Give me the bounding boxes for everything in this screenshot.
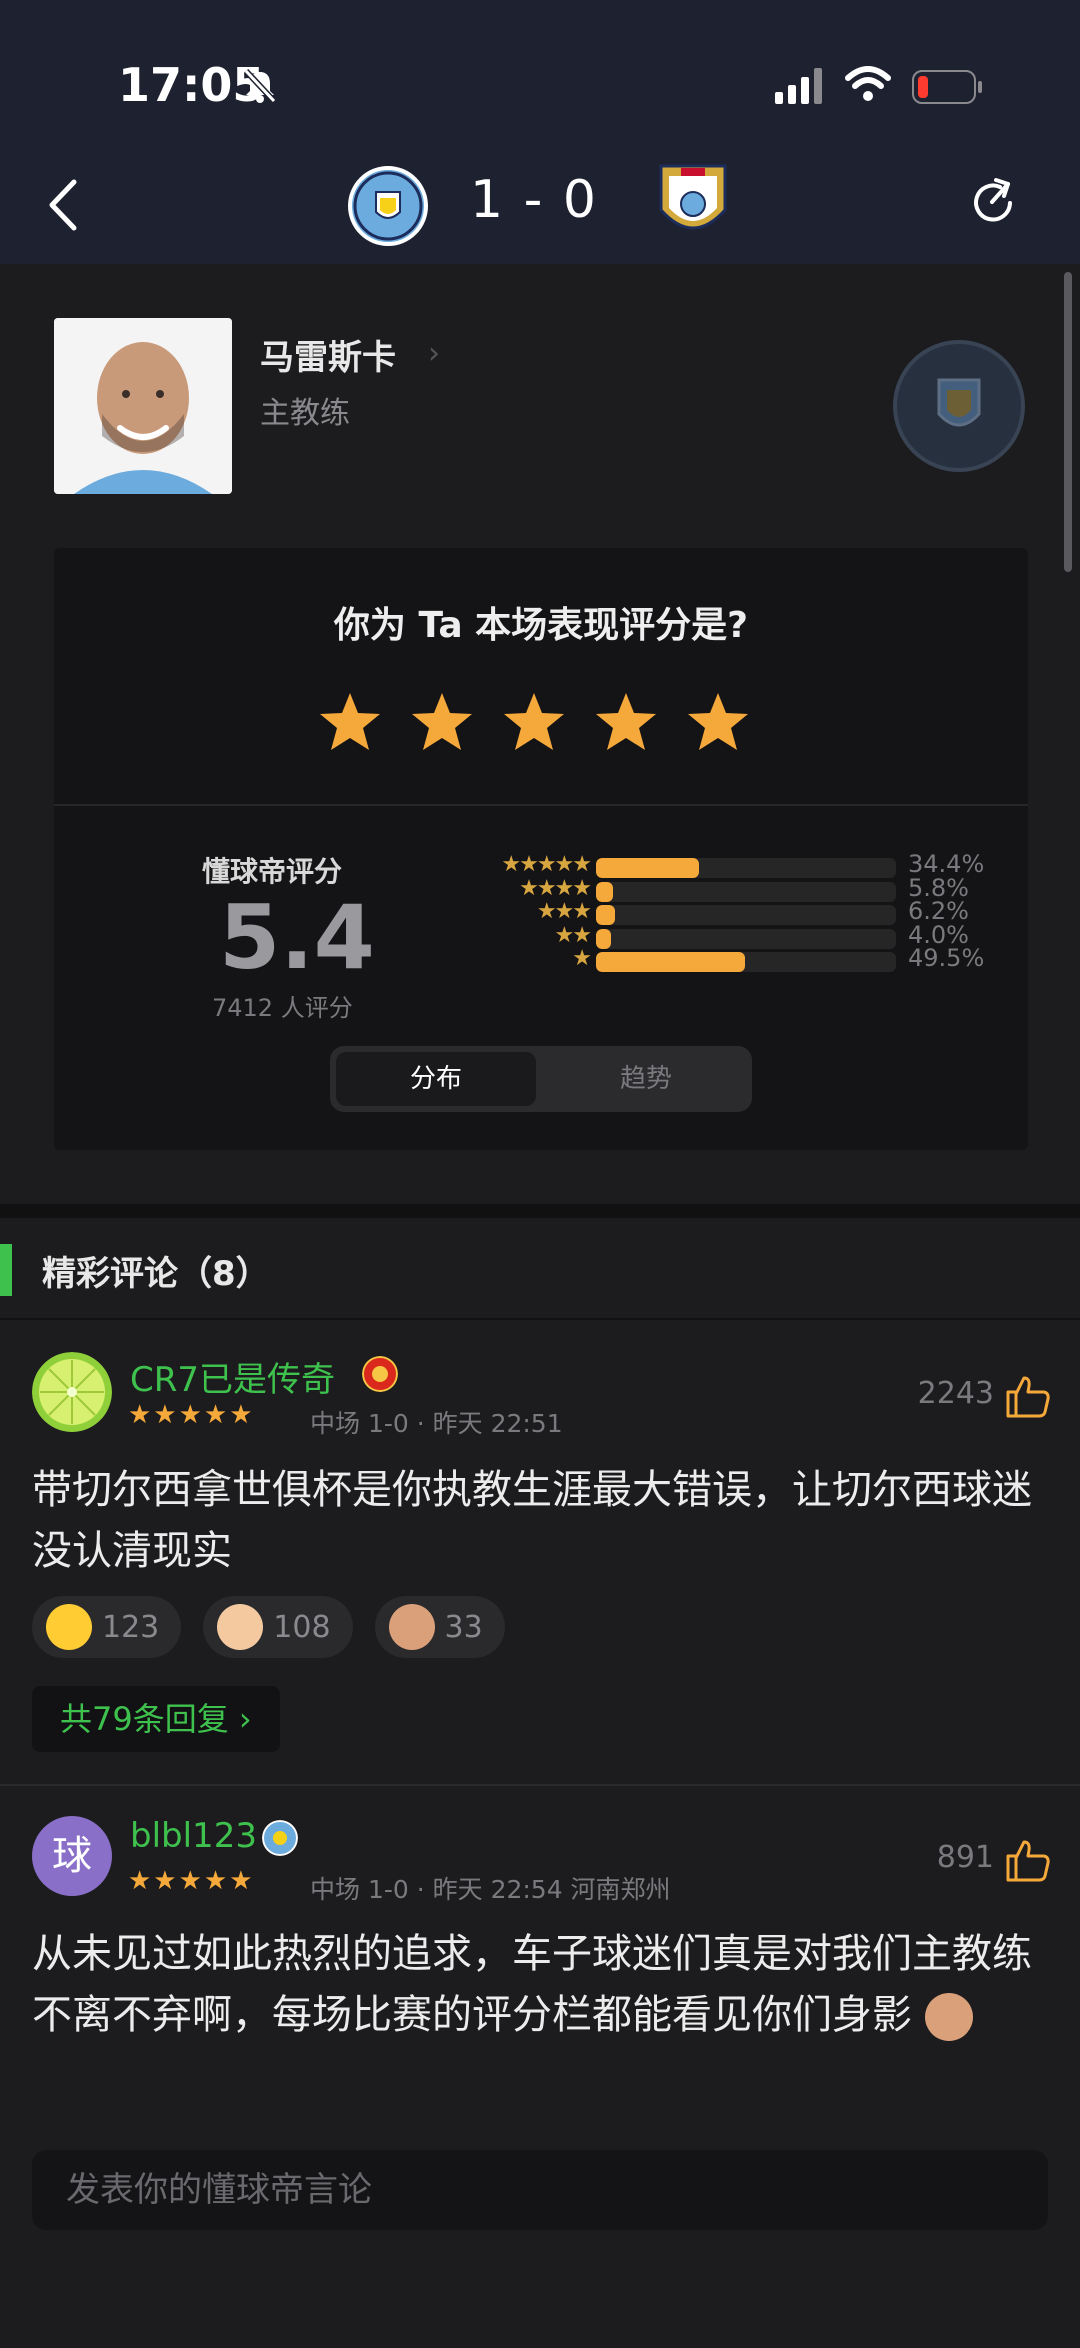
face-sticker-icon — [924, 1993, 973, 2041]
rating-score: 5.4 — [219, 886, 375, 989]
coventry-city-crest-icon — [659, 164, 727, 230]
comment-input[interactable] — [32, 2150, 1048, 2230]
distribution-percent: 49.5% — [908, 944, 985, 972]
reaction-count: 108 — [273, 1609, 331, 1645]
team-badge-watermark — [893, 340, 1025, 472]
reaction-sticker[interactable]: 33 — [374, 1596, 505, 1658]
reaction-count: 123 — [102, 1609, 160, 1645]
comment-username[interactable]: CR7已是传奇 — [130, 1352, 335, 1401]
thumbs-up-icon[interactable] — [1004, 1372, 1052, 1420]
bell-muted-icon — [243, 68, 277, 104]
star-rate-4[interactable] — [594, 690, 658, 754]
coach-avatar[interactable] — [54, 318, 232, 494]
distribution-row-1-star: ★ 49.5% — [414, 944, 1034, 974]
tab-distribution[interactable]: 分布 — [336, 1052, 536, 1106]
section-separator — [0, 1204, 1080, 1218]
thumbs-up-icon[interactable] — [1004, 1836, 1052, 1884]
accent-bar — [0, 1244, 12, 1296]
cellular-signal-icon — [775, 68, 822, 104]
distribution-bar — [596, 952, 896, 972]
share-icon[interactable] — [966, 176, 1020, 230]
lime-avatar[interactable] — [32, 1352, 112, 1432]
battery-low-icon — [912, 70, 982, 104]
home-team-crest[interactable] — [348, 166, 428, 246]
back-arrow-icon[interactable] — [40, 170, 90, 240]
away-team-crest[interactable] — [655, 160, 731, 246]
comment-input-bar — [32, 2150, 1048, 2230]
star-rate-5[interactable] — [686, 690, 750, 754]
rating-question: 你为 Ta 本场表现评分是? — [333, 605, 749, 646]
user-avatar[interactable]: 球 — [32, 1816, 112, 1896]
match-score: 1 - 0 — [470, 170, 598, 230]
reaction-count: 33 — [444, 1609, 483, 1645]
rating-card: 你为 Ta 本场表现评分是? 懂球帝评分 5.4 7412 人评分 ★★★★★ 3… — [54, 548, 1028, 1150]
wifi-icon — [845, 66, 891, 101]
comment-rating-stars: ★★★★★ — [128, 1400, 255, 1430]
rating-stars — [318, 690, 750, 754]
match-header: 17:05 1 - 0 — [0, 0, 1080, 264]
reaction-list: 123 108 33 — [32, 1596, 505, 1658]
rating-label: 懂球帝评分 — [202, 855, 343, 888]
chevron-right-icon[interactable]: › — [428, 336, 440, 371]
tab-trend[interactable]: 趋势 — [546, 1052, 746, 1106]
rating-count: 7412 人评分 — [212, 994, 353, 1022]
manchester-united-badge-icon — [362, 1356, 398, 1392]
star-rate-2[interactable] — [410, 690, 474, 754]
star-rate-3[interactable] — [502, 690, 566, 754]
comment-username[interactable]: blbl123 — [130, 1816, 257, 1856]
comment-rating-stars: ★★★★★ — [128, 1866, 255, 1896]
view-replies-button[interactable]: 共79条回复 › — [32, 1686, 280, 1752]
comment-item: CR7已是传奇 ★★★★★ 中场 1-0 · 昨天 22:51 2243 带切尔… — [0, 1320, 1080, 1784]
comment-text-body: 从未见过如此热烈的追求，车子球迷们真是对我们主教练不离不弃啊，每场比赛的评分栏都… — [32, 1931, 1032, 2038]
coach-role: 主教练 — [260, 396, 350, 431]
manchester-city-crest-icon — [353, 171, 423, 241]
reaction-laugh[interactable]: 123 — [32, 1596, 182, 1658]
divider — [54, 804, 1028, 806]
comment-item: 球 blbl123 ★★★★★ 中场 1-0 · 昨天 22:54 河南郑州 8… — [0, 1786, 1080, 2136]
comments-header: 精彩评论（8） — [0, 1218, 1080, 1320]
scrollbar[interactable] — [1064, 272, 1072, 572]
comment-meta: 中场 1-0 · 昨天 22:54 河南郑州 — [310, 1875, 671, 1904]
manchester-city-crest-icon — [937, 378, 981, 427]
coach-photo — [54, 318, 232, 494]
like-count: 891 — [936, 1840, 994, 1875]
coach-name[interactable]: 马雷斯卡 — [260, 330, 396, 379]
distribution-stars: ★ — [572, 946, 592, 971]
distribution-bar-fill — [596, 952, 745, 972]
manchester-city-badge-icon — [262, 1820, 298, 1856]
star-rate-1[interactable] — [318, 690, 382, 754]
rating-view-switch: 分布 趋势 — [330, 1046, 752, 1112]
comments-title: 精彩评论（8） — [42, 1254, 270, 1294]
reaction-thumbs-up[interactable]: 108 — [203, 1596, 353, 1658]
laugh-cry-emoji-icon — [46, 1604, 92, 1650]
like-count: 2243 — [917, 1376, 994, 1411]
thumbs-up-emoji-icon — [217, 1604, 264, 1650]
comment-meta: 中场 1-0 · 昨天 22:51 — [310, 1409, 563, 1438]
comment-text: 从未见过如此热烈的追求，车子球迷们真是对我们主教练不离不弃啊，每场比赛的评分栏都… — [32, 1924, 1042, 2046]
comment-text: 带切尔西拿世俱杯是你执教生涯最大错误，让切尔西球迷没认清现实 — [32, 1467, 1032, 1574]
face-sticker-emoji-icon — [388, 1604, 435, 1650]
